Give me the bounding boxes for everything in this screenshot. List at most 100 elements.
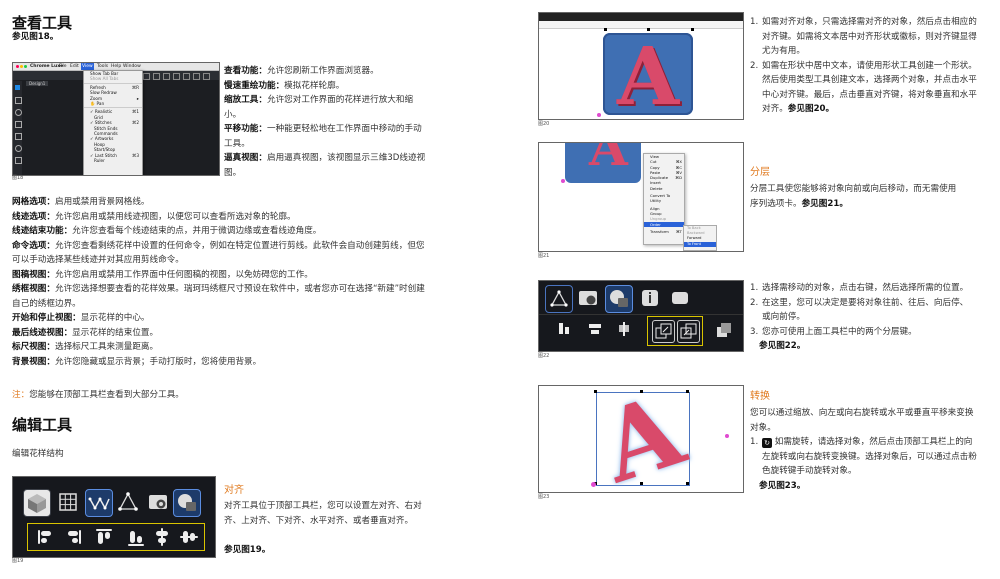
rotate-handle-icon[interactable] (725, 434, 729, 438)
submenu-item-to-front[interactable]: To Front (684, 241, 716, 247)
figure-18-label: 图18 (12, 175, 24, 181)
list-item: 3. 您亦可使用上面工具栏中的两个分层键。 (750, 326, 917, 337)
layer-heading: 分层 (750, 167, 770, 178)
edit-tools-heading: 编辑工具 (12, 416, 73, 434)
view-dropdown-menu: Show Tab Bar Show All Tabs Refresh ⌘R Slo… (83, 70, 143, 175)
figure-18: Chrome Luxe File Edit View Tools Help Wi… (12, 62, 220, 176)
stitch-ends-icon[interactable] (545, 285, 573, 313)
info-icon[interactable] (637, 285, 663, 311)
see-fig23: 参见图23。 (759, 480, 806, 491)
menu-view[interactable]: View (81, 63, 94, 70)
menu-file[interactable]: File (59, 63, 67, 70)
toolbar-icon[interactable] (153, 73, 160, 80)
align-bottom-icon[interactable] (128, 544, 144, 546)
tool-icon[interactable] (15, 145, 22, 152)
cube-icon[interactable] (23, 489, 51, 517)
view-tools-description: 查看功能：允许您刷新工作界面浏览器。 慢速重绘功能：模拟花样轮廓。 缩放工具：允… (224, 64, 428, 180)
toolbar-icon[interactable] (193, 73, 200, 80)
stitches-icon[interactable] (85, 489, 113, 517)
tool-icon[interactable] (15, 109, 22, 116)
letter-a: A (589, 142, 628, 177)
handle-icon[interactable] (561, 179, 565, 183)
toolbar-icon[interactable] (143, 73, 150, 80)
send-backward-icon[interactable] (677, 320, 700, 343)
toolbar-icon[interactable] (173, 73, 180, 80)
desc-item: 绣框视图：允许您选择想要查看的花样效果。瑞珂玛绣框尺寸预设在软件中，或者您亦可在… (12, 284, 425, 309)
align-heading: 对齐 (224, 485, 244, 496)
align-bottom-icon[interactable] (559, 323, 563, 334)
menu-edit[interactable]: Edit (70, 63, 79, 70)
toolbar-icon[interactable] (163, 73, 170, 80)
figure-23: A (538, 385, 744, 493)
figure-19 (12, 476, 216, 558)
hand-tool-icon[interactable] (15, 157, 22, 164)
handle-icon[interactable] (686, 482, 689, 485)
tool-icon[interactable] (15, 133, 22, 140)
list-item: 1. ↻ 如需旋转，请选择对象，然后点击顶部工具栏上的向左旋转或向右旋转变换键。选… (750, 437, 977, 476)
see-fig22: 参见图22。 (759, 341, 806, 351)
menu-item-show-all-tabs[interactable]: Show All Tabs (84, 76, 142, 81)
layer-description: 分层工具使您能够将对象向前或向后移动，而无需使用序列选项卡。参见图21。 (750, 184, 957, 209)
align-left-icon[interactable] (38, 530, 40, 544)
handle-icon[interactable] (640, 482, 643, 485)
menu-item-ruler[interactable]: Ruler (84, 158, 142, 163)
order-submenu: To Back Backward Forward To Front (683, 225, 717, 251)
handle-icon[interactable] (691, 28, 694, 31)
handle-icon[interactable] (594, 390, 597, 393)
text-tool-icon[interactable] (15, 85, 20, 90)
design-tab[interactable]: Design1 (26, 81, 49, 86)
desc-item: 背景视图：允许您隐藏或显示背景；手动打版时，您将使用背景。 (12, 356, 262, 367)
embroidery-patch: A (565, 143, 641, 183)
menu-divider (84, 82, 142, 84)
view-options-list: 网格选项：启用或禁用背景网格线。 线迹选项：允许您启用或禁用线迹视图，以便您可以… (12, 195, 430, 369)
handle-icon[interactable] (604, 28, 607, 31)
desc-item: 线迹选项：允许您启用或禁用线迹视图，以便您可以查看所选对象的轮廓。 (12, 211, 296, 222)
toolbar-icon[interactable] (183, 73, 190, 80)
align-right-icon[interactable] (79, 530, 81, 544)
layer-buttons-group (647, 316, 703, 346)
handle-icon[interactable] (647, 28, 650, 31)
tool-icon[interactable] (15, 121, 22, 128)
hoop-icon[interactable] (605, 285, 633, 313)
desc-item: 开始和停止视图：显示花样的中心。 (12, 313, 150, 323)
handle-icon[interactable] (686, 390, 689, 393)
menu-help[interactable]: Help (111, 63, 121, 70)
tool-icon[interactable] (15, 97, 22, 104)
desc-item: 网格选项：启用或禁用背景网格线。 (12, 197, 150, 207)
menu-item-delete[interactable]: Delete (644, 186, 684, 191)
menu-item-pan[interactable]: ✋ Pan (84, 101, 142, 106)
artwork-icon[interactable] (575, 285, 601, 311)
desc-item: 线迹结束功能：允许您查看每个线迹结束的点，并用于微调边缘或查看线迹角度。 (12, 226, 322, 236)
artwork-icon[interactable] (145, 489, 171, 515)
figure-23-label: 图23 (538, 494, 550, 500)
menu-item-utility[interactable]: Utility (644, 198, 684, 203)
align-center-icon[interactable] (589, 324, 601, 328)
handle-icon[interactable] (640, 390, 643, 393)
list-item: 2. 在这里，您可以决定是要将对象往前、往后、向后停、或向前停。 (750, 297, 969, 323)
rotate-icon: ↻ (762, 438, 772, 448)
hoop-icon[interactable] (173, 489, 201, 517)
context-menu: View Cut ⌘X Copy ⌘C Paste ⌘V Duplicate ⌘D In… (643, 153, 685, 245)
desc-item: 命令选项：允许您查看剩绣花样中设置的任何命令，例如在特定位置进行剪线。此软件会自… (12, 240, 425, 266)
grid-icon[interactable] (55, 489, 81, 515)
figure-22 (538, 280, 744, 352)
menu-window[interactable]: Window (123, 63, 141, 70)
ruler (539, 21, 743, 29)
stitch-ends-icon[interactable] (115, 489, 141, 515)
desc-item: 慢速重绘功能：模拟花样轮廓。 (224, 80, 345, 91)
bring-forward-icon[interactable] (652, 320, 675, 343)
figure-19-label: 图19 (12, 558, 24, 564)
menu-item-transform[interactable]: Transform ⌘T (644, 229, 684, 234)
letter-a: A (616, 29, 680, 120)
handle-icon[interactable] (597, 113, 601, 117)
menu-item-order[interactable]: Order (644, 221, 684, 227)
rotate-handle-icon[interactable] (591, 482, 596, 487)
see-fig18: 参见图18。 (12, 32, 59, 42)
toolbar-icon[interactable] (203, 73, 210, 80)
menu-tools[interactable]: Tools (97, 63, 108, 70)
duplicate-icon[interactable] (715, 321, 733, 339)
shape-icon[interactable] (667, 285, 693, 311)
align-top-icon[interactable] (96, 529, 112, 531)
figure-21: A View Cut ⌘X Copy ⌘C Paste ⌘V Duplicate ⌘D … (538, 142, 744, 252)
align-description: 对齐工具位于顶部工具栏，您可以设置左对齐、右对齐、上对齐、下对齐、水平对齐、或者… (224, 501, 422, 526)
